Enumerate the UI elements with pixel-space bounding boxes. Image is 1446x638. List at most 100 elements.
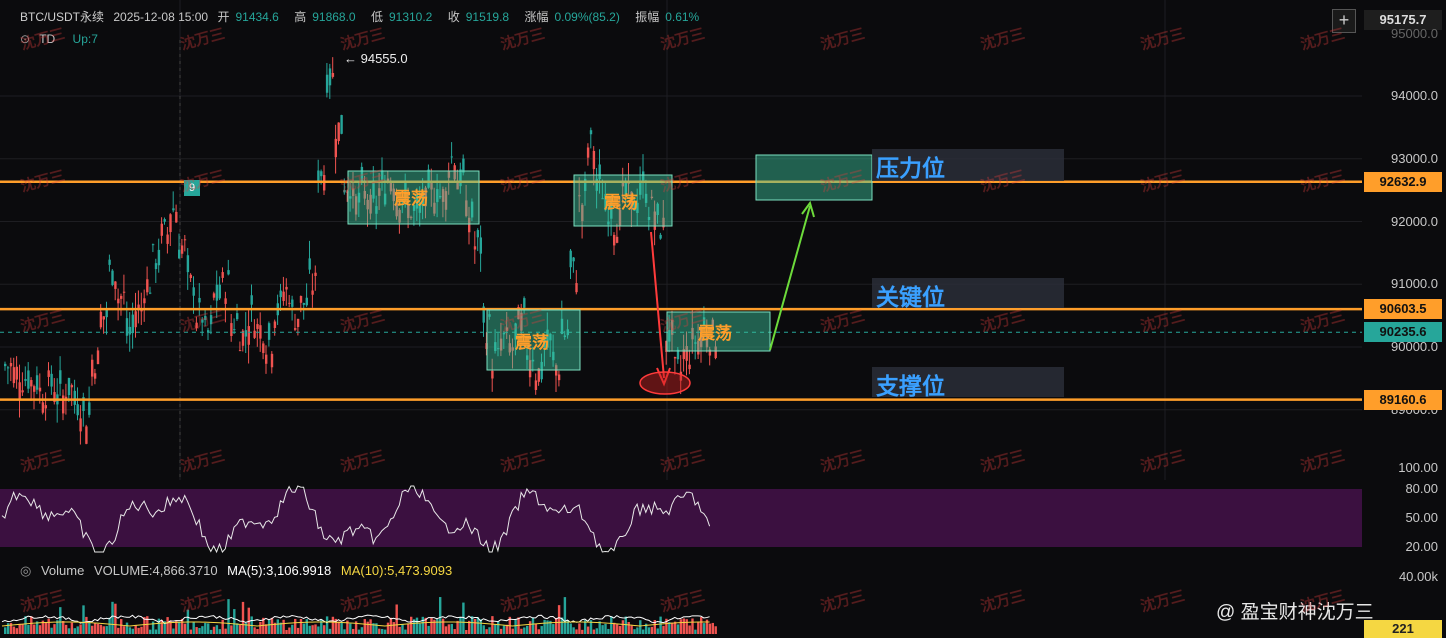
volume-bar: [407, 623, 410, 634]
osc-axis-label: 100.00: [1398, 460, 1438, 475]
volume-bar: [360, 627, 364, 634]
indicator-value: Up:7: [72, 32, 98, 46]
candle-body: [267, 323, 271, 340]
volume-bar: [331, 616, 335, 634]
volume-bar: [427, 625, 430, 634]
candle-body: [4, 363, 7, 367]
candle-body: [38, 387, 42, 392]
candle-body: [238, 350, 242, 352]
volume-bar: [604, 623, 607, 634]
volume-bar: [465, 629, 468, 634]
settings-icon[interactable]: ⊙: [20, 32, 30, 46]
candle-body: [325, 74, 329, 93]
volume-bar: [340, 622, 343, 634]
volume-bar: [482, 625, 485, 634]
volume-bar: [241, 601, 245, 634]
volume-bar: [386, 622, 390, 634]
volume-bar: [64, 624, 68, 634]
candle-body: [195, 322, 198, 329]
volume-bar: [598, 621, 601, 634]
high-marker: ← 94555.0: [344, 51, 408, 66]
volume-bar: [697, 622, 700, 634]
resistance-label: 压力位: [876, 155, 945, 181]
candle-body: [288, 302, 291, 304]
candle-body: [314, 272, 317, 276]
candle-body: [215, 284, 219, 301]
candle-body: [76, 404, 79, 416]
volume-bar: [215, 625, 219, 634]
candle-body: [586, 147, 590, 158]
candle-body: [143, 298, 146, 304]
volume-label[interactable]: Volume: [41, 563, 84, 578]
volume-bar: [296, 627, 300, 634]
symbol-label[interactable]: BTC/USDT永续: [20, 10, 104, 24]
indicator-name[interactable]: TD: [39, 32, 55, 46]
candle-body: [291, 299, 294, 307]
volume-bar: [38, 625, 42, 634]
change-value: 0.09%(85.2): [554, 10, 620, 24]
add-icon[interactable]: +: [1332, 9, 1356, 33]
volume-bar: [79, 624, 82, 634]
volume-bar: [108, 617, 111, 634]
volume-bar: [662, 625, 665, 634]
candle-body: [340, 115, 343, 134]
candle-body: [178, 249, 181, 259]
price-tag: 92632.9: [1364, 171, 1442, 192]
eye-icon[interactable]: ◎: [20, 563, 31, 578]
volume-bar: [137, 627, 140, 634]
volume-bar: [134, 625, 137, 634]
candle-body: [21, 390, 24, 393]
candle-body: [175, 211, 178, 223]
volume-bar: [555, 617, 558, 634]
candle-body: [265, 354, 268, 364]
down-arrow: [650, 231, 665, 379]
price-axis-label: 93000.0: [1391, 150, 1438, 166]
volume-bar: [149, 629, 152, 634]
volume-bar: [294, 618, 297, 634]
candle-body: [30, 380, 33, 387]
volume-bar: [88, 621, 91, 634]
volume-bar: [383, 629, 387, 634]
candlestick-chart[interactable]: [0, 0, 1446, 636]
volume-bar: [671, 622, 674, 634]
candle-body: [233, 329, 236, 331]
volume-bar: [227, 599, 230, 634]
volume-bar: [502, 625, 506, 634]
volume-bar: [491, 616, 494, 634]
volume-bar: [595, 628, 598, 634]
candle-body: [111, 270, 114, 285]
volume-bar: [99, 624, 103, 634]
volume-bar: [102, 626, 105, 634]
candle-body: [572, 257, 575, 262]
volume-bar: [436, 619, 439, 634]
candle-body: [131, 314, 134, 334]
volume-bar: [285, 629, 288, 634]
candle-body: [212, 293, 216, 298]
candle-body: [149, 292, 152, 294]
price-axis-label: 95000.0: [1391, 26, 1438, 41]
volume-bar: [473, 619, 477, 634]
candle-body: [613, 234, 616, 246]
volume-bar: [439, 597, 442, 634]
candle-body: [491, 370, 494, 379]
candle-body: [256, 324, 259, 329]
candle-body: [279, 290, 282, 298]
volume-bar: [615, 624, 619, 634]
price-tag: 90235.6: [1364, 322, 1442, 343]
candle-body: [253, 330, 256, 338]
low-value: 91310.2: [388, 10, 433, 24]
candle-body: [18, 382, 21, 400]
volume-bar: [169, 621, 172, 634]
volume-bar: [305, 619, 308, 634]
volume-bar: [267, 619, 271, 634]
candle-body: [198, 297, 201, 303]
symbol-ohlc-header: BTC/USDT永续 2025-12-08 15:00 开 91434.6 高 91…: [20, 8, 711, 25]
volume-bar: [212, 626, 216, 634]
candle-body: [302, 302, 306, 305]
price-tag: 89160.6: [1364, 389, 1442, 410]
amp-value: 0.61%: [665, 10, 700, 24]
volume-bar: [76, 626, 79, 634]
high-label: 高: [294, 10, 307, 24]
volume-bar: [328, 628, 332, 634]
candle-body: [534, 380, 538, 390]
